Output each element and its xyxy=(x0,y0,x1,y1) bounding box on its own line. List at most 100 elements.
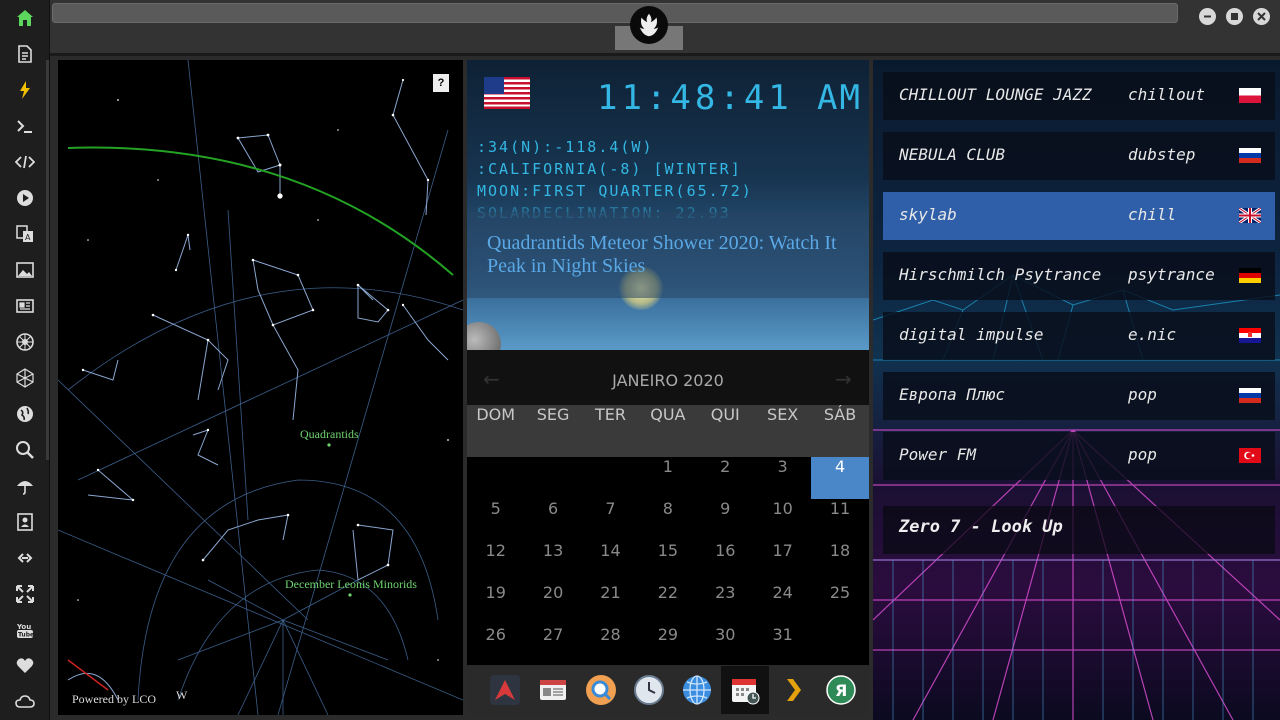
youtube-icon[interactable]: You Tube xyxy=(8,615,42,645)
geo-region: :CALIFORNIA(-8) [WINTER] xyxy=(477,160,742,178)
svg-text:Я: Я xyxy=(835,681,847,700)
calendar-day[interactable]: 14 xyxy=(582,541,639,583)
calendar-day[interactable]: 25 xyxy=(811,583,868,625)
calendar-week-row: 1234 xyxy=(467,457,869,499)
calendar-day[interactable]: 19 xyxy=(467,583,524,625)
document-icon[interactable] xyxy=(8,39,42,69)
calendar-day[interactable]: 2 xyxy=(697,457,754,499)
calendar-week-row: 5 6 7 8 9 10 11 xyxy=(467,499,869,541)
station-genre: pop xyxy=(1128,445,1157,464)
station-name: CHILLOUT LOUNGE JAZZ xyxy=(899,85,1092,104)
plex-app-icon[interactable] xyxy=(769,666,817,714)
globe-icon[interactable] xyxy=(8,399,42,429)
search-icon[interactable] xyxy=(8,435,42,465)
calendar-day[interactable]: 20 xyxy=(524,583,581,625)
station-row[interactable]: Power FM pop xyxy=(883,432,1275,480)
weekday-label: QUI xyxy=(710,405,740,424)
powered-by-text[interactable]: Powered by LCO xyxy=(72,692,156,707)
calendar-day[interactable]: 18 xyxy=(811,541,868,583)
newspaper-icon[interactable] xyxy=(8,291,42,321)
clock-app-icon[interactable] xyxy=(625,666,673,714)
calendar-day[interactable]: 13 xyxy=(524,541,581,583)
station-row[interactable]: CHILLOUT LOUNGE JAZZ chillout xyxy=(883,72,1275,120)
magnifier-app-icon[interactable] xyxy=(577,666,625,714)
calendar-day[interactable]: 11 xyxy=(811,499,868,541)
umbrella-icon[interactable] xyxy=(8,471,42,501)
rebel-alliance-icon[interactable] xyxy=(8,327,42,357)
globe-app-icon[interactable] xyxy=(673,666,721,714)
station-name: Power FM xyxy=(899,445,977,464)
calendar-day[interactable]: 31 xyxy=(754,625,811,667)
station-row[interactable]: digital impulse e.nic xyxy=(883,312,1275,360)
arrow-app-icon[interactable] xyxy=(481,666,529,714)
link-icon[interactable] xyxy=(8,543,42,573)
calendar-day[interactable]: 26 xyxy=(467,625,524,667)
expand-icon[interactable] xyxy=(8,579,42,609)
station-row[interactable]: Hirschmilch Psytrance psytrance xyxy=(883,252,1275,300)
calendar-week-row: 12 13 14 15 16 17 18 xyxy=(467,541,869,583)
svg-text:Tube: Tube xyxy=(18,632,34,639)
heart-icon[interactable] xyxy=(8,651,42,681)
calendar-day[interactable]: 15 xyxy=(639,541,696,583)
terminal-icon[interactable] xyxy=(8,111,42,141)
station-row[interactable]: Европа Плюс pop xyxy=(883,372,1275,420)
station-row[interactable]: NEBULA CLUB dubstep xyxy=(883,132,1275,180)
calendar-day[interactable]: 9 xyxy=(697,499,754,541)
station-genre: dubstep xyxy=(1128,145,1196,164)
calendar-day[interactable]: 28 xyxy=(582,625,639,667)
close-button[interactable] xyxy=(1253,8,1270,25)
calendar-day[interactable]: 22 xyxy=(639,583,696,625)
calendar-day[interactable]: 24 xyxy=(754,583,811,625)
calendar-day[interactable]: 27 xyxy=(524,625,581,667)
calendar-day[interactable]: 10 xyxy=(754,499,811,541)
calendar-day[interactable]: 6 xyxy=(524,499,581,541)
calendar-app-icon[interactable] xyxy=(721,666,769,714)
image-icon[interactable] xyxy=(8,255,42,285)
cloud-icon[interactable] xyxy=(8,687,42,717)
calendar-day[interactable]: 3 xyxy=(754,457,811,499)
news-app-icon[interactable] xyxy=(529,666,577,714)
news-headline[interactable]: Quadrantids Meteor Shower 2020: Watch It… xyxy=(487,232,847,278)
help-button[interactable]: ? xyxy=(433,74,449,92)
calendar-day[interactable]: 23 xyxy=(697,583,754,625)
calendar-day-today[interactable]: 4 xyxy=(811,457,869,499)
weekday-label: QUA xyxy=(650,405,686,424)
calendar-month-title: JANEIRO 2020 xyxy=(612,371,724,390)
app-sidebar: A You Tube xyxy=(0,0,50,720)
minimize-button[interactable] xyxy=(1199,8,1216,25)
station-genre: e.nic xyxy=(1128,325,1177,344)
maximize-button[interactable] xyxy=(1226,8,1243,25)
sidebar-scrollbar[interactable] xyxy=(46,60,49,460)
calendar-day[interactable]: 30 xyxy=(697,625,754,667)
calendar-day[interactable]: 1 xyxy=(639,457,696,499)
station-name: skylab xyxy=(899,205,957,224)
calendar-day[interactable]: 16 xyxy=(697,541,754,583)
russia-flag-icon xyxy=(1239,148,1261,163)
station-row-active[interactable]: skylab chill xyxy=(883,192,1275,240)
calendar-day[interactable]: 8 xyxy=(639,499,696,541)
yandex-app-icon[interactable]: Я xyxy=(817,666,865,714)
calendar-day[interactable]: 21 xyxy=(582,583,639,625)
russia-flag-icon xyxy=(1239,388,1261,403)
polyhedron-icon[interactable] xyxy=(8,363,42,393)
play-icon[interactable] xyxy=(8,183,42,213)
calendar-day xyxy=(811,625,868,667)
calendar-widget: ← JANEIRO 2020 → DOM SEG TER QUA QUI SEX… xyxy=(467,355,869,665)
code-icon[interactable] xyxy=(8,147,42,177)
calendar-day[interactable]: 5 xyxy=(467,499,524,541)
calendar-next-button[interactable]: → xyxy=(835,367,852,391)
contacts-icon[interactable] xyxy=(8,507,42,537)
calendar-day[interactable]: 12 xyxy=(467,541,524,583)
lightning-icon[interactable] xyxy=(8,75,42,105)
station-genre: chill xyxy=(1128,205,1177,224)
weekday-label: SEG xyxy=(536,405,570,424)
calendar-day[interactable]: 17 xyxy=(754,541,811,583)
address-bar[interactable] xyxy=(52,3,1178,23)
rebel-alliance-logo xyxy=(630,6,668,44)
turkey-flag-icon xyxy=(1239,448,1261,463)
home-icon[interactable] xyxy=(8,3,42,33)
calendar-day[interactable]: 7 xyxy=(582,499,639,541)
star-map-panel[interactable]: Quadrantids December Leonis Minorids ? P… xyxy=(58,60,463,715)
calendar-day[interactable]: 29 xyxy=(639,625,696,667)
translate-icon[interactable]: A xyxy=(8,219,42,249)
